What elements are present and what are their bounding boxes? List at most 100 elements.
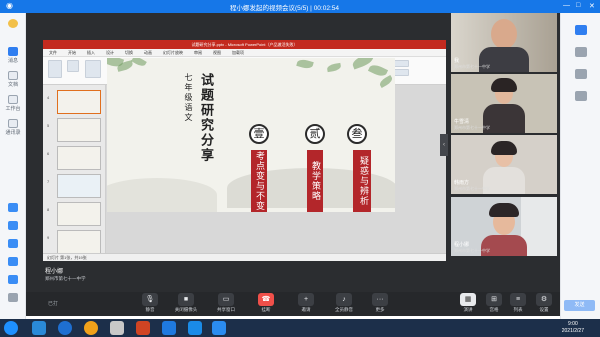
maximize-button[interactable]: □	[576, 2, 580, 9]
app-icon[interactable]	[575, 47, 587, 57]
participant-tile[interactable]: 程小娜 郑州市第七十一中学	[451, 197, 557, 256]
start-button[interactable]	[4, 321, 18, 335]
ribbon-button[interactable]	[67, 60, 79, 72]
slide-thumbnail[interactable]	[57, 174, 101, 198]
ppt-tab[interactable]: 插入	[87, 50, 95, 55]
more-apps-icon[interactable]	[8, 293, 18, 302]
mute-all-icon: ♪	[336, 293, 352, 306]
slide-thumbnail[interactable]	[57, 202, 101, 226]
doc-icon	[8, 71, 18, 80]
presenter-name: 程小娜	[45, 269, 64, 275]
window-title: 程小娜发起的视频会议(5/5) | 00:02:54	[230, 5, 339, 12]
ppt-tab[interactable]: 开始	[68, 50, 76, 55]
mute-button[interactable]: 🎙 静音	[138, 293, 162, 313]
leaf-decoration	[326, 62, 342, 73]
participant-hair	[489, 203, 519, 217]
ppt-tab[interactable]: 设计	[106, 50, 114, 55]
speaker-view-button[interactable]: ▦ 演讲	[456, 293, 480, 313]
sidebar-item-contacts[interactable]: 通讯录	[3, 119, 23, 136]
contacts-icon	[8, 119, 18, 128]
slide-thumbnail[interactable]	[57, 230, 101, 254]
participant-tile[interactable]: 我 郑州市第七十一中学	[451, 13, 557, 72]
ppt-title-bar: 试题研究分享.pptx - Microsoft PowerPoint（产品激活失…	[43, 40, 446, 49]
taskbar-app-icon[interactable]	[32, 321, 46, 335]
paste-icon[interactable]	[48, 60, 62, 78]
mute-all-button[interactable]: ♪ 全员静音	[332, 293, 356, 313]
sidebar-item-workbench[interactable]: 工作台	[3, 95, 23, 112]
hangup-button[interactable]: ☎ 挂断	[254, 293, 278, 313]
app-icon[interactable]	[8, 275, 18, 284]
medal-three: 叁	[347, 124, 367, 144]
collapse-participants-button[interactable]: ‹	[440, 134, 448, 156]
taskbar: 9:00 2021/2/27	[0, 319, 600, 337]
app-icon[interactable]	[8, 221, 18, 230]
participant-hair	[491, 78, 517, 92]
camera-icon: ■	[178, 293, 194, 306]
ppt-tab[interactable]: 幻灯片放映	[163, 50, 183, 55]
ppt-status-bar: 幻灯片 第1张，共19张	[43, 253, 446, 261]
avatar[interactable]	[3, 19, 23, 29]
settings-button[interactable]: ⚙ 设置	[532, 293, 556, 313]
app-icon[interactable]	[575, 69, 587, 79]
right-panel	[560, 13, 600, 319]
sidebar-item-messages[interactable]: 消息	[3, 47, 23, 64]
share-window-button[interactable]: ▭ 共享窗口	[214, 293, 238, 313]
title-bar: 程小娜发起的视频会议(5/5) | 00:02:54 — □ ✕ ◉	[0, 0, 600, 13]
slide[interactable]: 七年级语文 试题研究分享 壹 贰 叁 考点变与不变 教学策略 疑惑与辨析	[107, 58, 395, 212]
chat-icon	[8, 47, 18, 56]
minimize-button[interactable]: —	[563, 2, 570, 9]
new-slide-icon[interactable]	[85, 60, 101, 78]
mic-icon: 🎙	[142, 293, 158, 306]
presenter-label: 程小娜 郑州市第七十一中学	[45, 266, 86, 282]
grid-view-button[interactable]: ⊞ 宫格	[482, 293, 506, 313]
app-icon[interactable]	[8, 203, 18, 212]
slide-title: 试题研究分享	[198, 73, 213, 163]
slide-count: 幻灯片 第1张，共19张	[47, 255, 87, 260]
leaf-decoration	[131, 58, 147, 69]
taskbar-app-icon[interactable]	[58, 321, 72, 335]
participant-tile[interactable]: 牛雪清 郑州市第七十一中学	[451, 74, 557, 133]
workbench-icon	[8, 95, 18, 104]
medal-two: 贰	[305, 124, 325, 144]
taskbar-app-icon[interactable]	[212, 321, 226, 335]
participant-tile[interactable]: 韩雨方 郑州市第七十一中学	[451, 135, 557, 194]
app-icon[interactable]	[575, 91, 587, 101]
list-button[interactable]: ≡ 列表	[506, 293, 530, 313]
banner-exam-points: 考点变与不变	[251, 150, 267, 212]
ppt-tab[interactable]: 审阅	[194, 50, 202, 55]
share-icon: ▭	[218, 293, 234, 306]
camera-button[interactable]: ■ 关闭摄像头	[174, 293, 198, 313]
sidebar-item-docs[interactable]: 文档	[3, 71, 23, 88]
ppt-tab[interactable]: 视图	[213, 50, 221, 55]
taskbar-clock[interactable]: 9:00 2021/2/27	[562, 321, 584, 335]
ppt-tab[interactable]: 加载项	[232, 50, 244, 55]
meeting-timer: 00:02:54	[313, 5, 339, 12]
slide-grade-text: 七年级语文	[184, 73, 193, 123]
app-icon[interactable]	[8, 239, 18, 248]
send-button[interactable]: 发送	[564, 300, 595, 311]
taskbar-app-icon[interactable]	[84, 321, 98, 335]
network-status: 已打	[48, 301, 59, 307]
taskbar-app-icon[interactable]	[136, 321, 150, 335]
slide-thumbnail[interactable]	[57, 146, 101, 170]
participant-hair	[491, 141, 517, 155]
ppt-tab[interactable]: 动画	[144, 50, 152, 55]
taskbar-app-icon[interactable]	[162, 321, 176, 335]
slide-thumbnails-panel: 4 5 6 7 8 9	[43, 85, 106, 254]
medal-one: 壹	[249, 124, 269, 144]
list-icon: ≡	[510, 293, 526, 306]
ppt-tab[interactable]: 文件	[49, 50, 57, 55]
slide-thumbnail[interactable]	[57, 118, 101, 142]
app-icon[interactable]	[575, 25, 587, 35]
slide-thumbnail[interactable]	[57, 90, 101, 114]
leaf-decoration	[378, 74, 394, 89]
sidebar: 消息 文档 工作台 通讯录	[0, 13, 26, 319]
app-icon[interactable]	[8, 257, 18, 266]
more-button[interactable]: ··· 更多	[368, 293, 392, 313]
taskbar-app-icon[interactable]	[188, 321, 202, 335]
taskbar-app-icon[interactable]	[110, 321, 124, 335]
invite-button[interactable]: + 邀请	[294, 293, 318, 313]
close-button[interactable]: ✕	[589, 2, 595, 10]
ppt-tab[interactable]: 切换	[125, 50, 133, 55]
app-logo-icon: ◉	[6, 1, 13, 10]
